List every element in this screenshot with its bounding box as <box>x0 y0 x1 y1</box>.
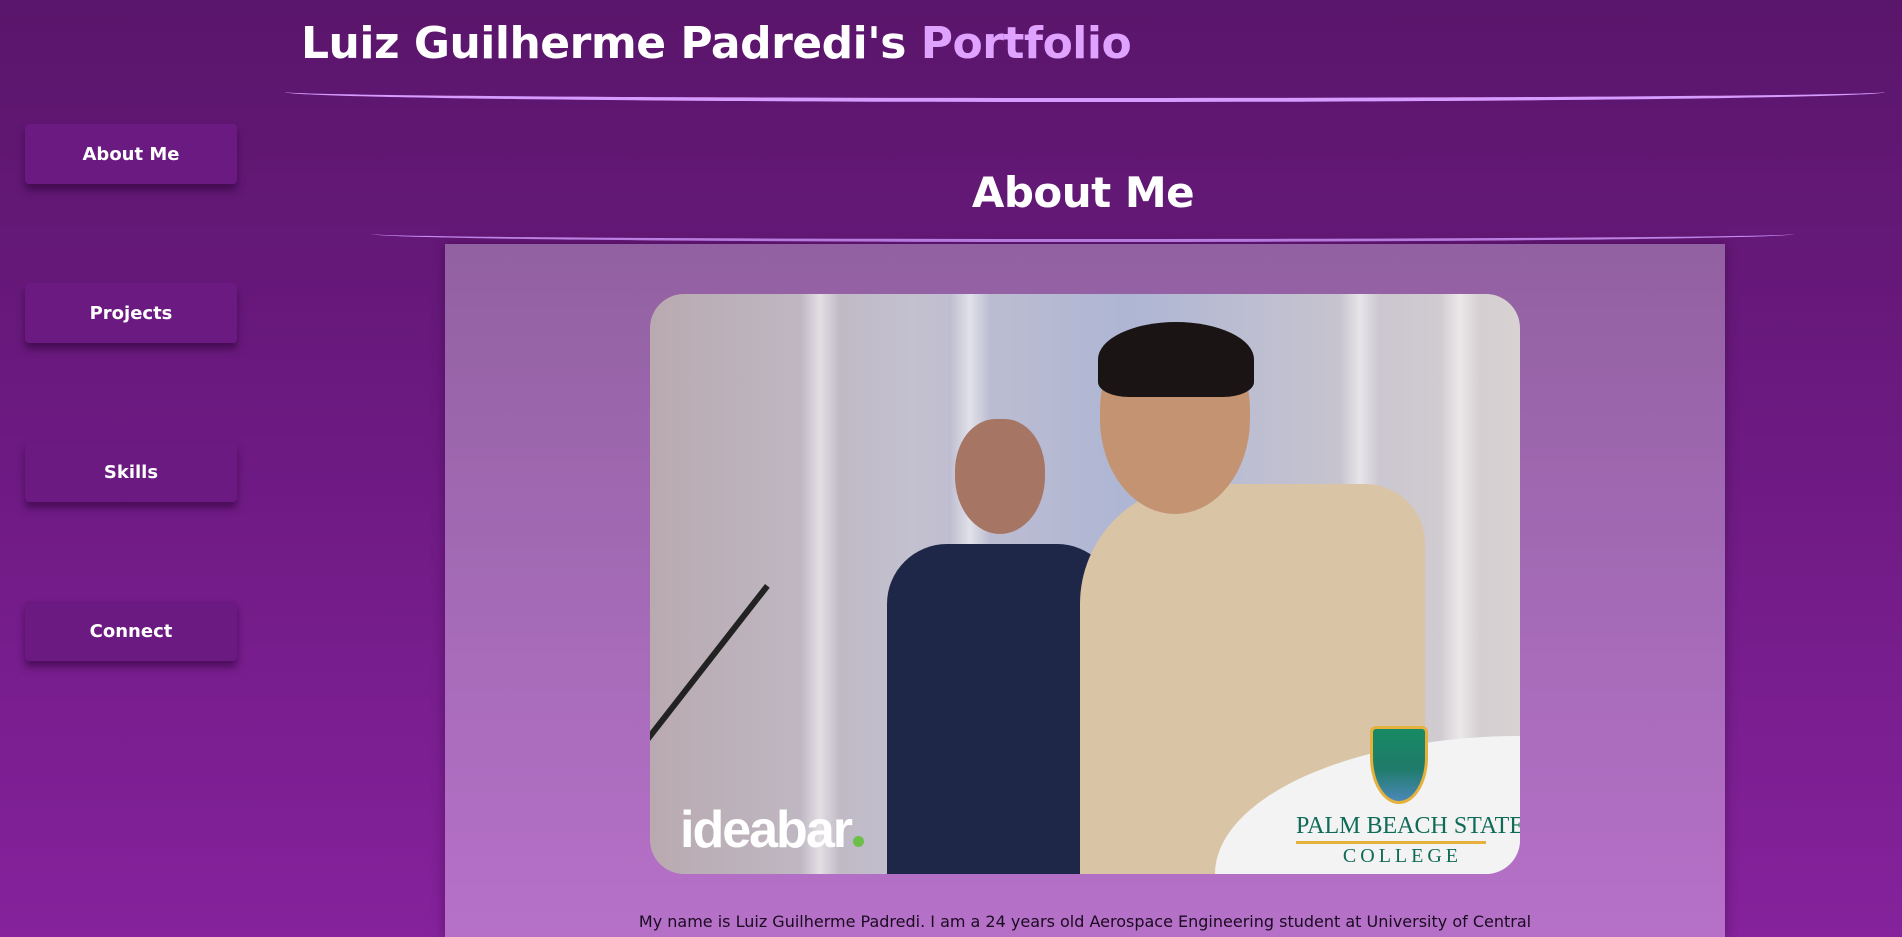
site-title: Luiz Guilherme Padredi's Portfolio <box>301 18 1132 69</box>
section-divider <box>372 234 1794 242</box>
sidebar-item-about-me[interactable]: About Me <box>25 124 237 184</box>
photo-person-speaker-hair <box>1098 322 1254 397</box>
site-title-name: Luiz Guilherme Padredi's <box>301 18 906 69</box>
sidebar-item-label: Skills <box>103 461 159 483</box>
sidebar-item-skills[interactable]: Skills <box>25 442 237 502</box>
college-underline <box>1296 841 1486 844</box>
sidebar-item-projects[interactable]: Projects <box>25 283 237 343</box>
ideabar-logo: ideabar <box>680 800 864 860</box>
profile-photo: ideabar PALM BEACH STATE COLLEGE <box>650 294 1520 874</box>
college-shield-icon <box>1370 726 1428 804</box>
sidebar-item-label: Connect <box>89 620 173 642</box>
sidebar-item-connect[interactable]: Connect <box>25 601 237 661</box>
college-name-suffix: COLLEGE <box>1342 845 1462 867</box>
ideabar-logo-dot <box>852 836 864 847</box>
sidebar-item-label: Projects <box>89 302 173 324</box>
sidebar-item-label: About Me <box>82 143 180 165</box>
ideabar-logo-text: ideabar <box>680 801 853 859</box>
photo-person-background-head <box>955 419 1045 534</box>
sidebar-nav: About Me Projects Skills Connect <box>25 124 237 760</box>
site-header: Luiz Guilherme Padredi's Portfolio <box>285 0 1885 102</box>
bio-paragraph: My name is Luiz Guilherme Padredi. I am … <box>638 912 1532 931</box>
site-title-accent: Portfolio <box>920 18 1132 69</box>
section-title: About Me <box>971 168 1195 217</box>
microphone-stand <box>650 584 770 817</box>
header-divider <box>285 92 1885 102</box>
about-me-panel: ideabar PALM BEACH STATE COLLEGE My name… <box>445 244 1725 937</box>
photo-curtain <box>800 294 840 874</box>
college-name: PALM BEACH STATE <box>1296 813 1520 839</box>
